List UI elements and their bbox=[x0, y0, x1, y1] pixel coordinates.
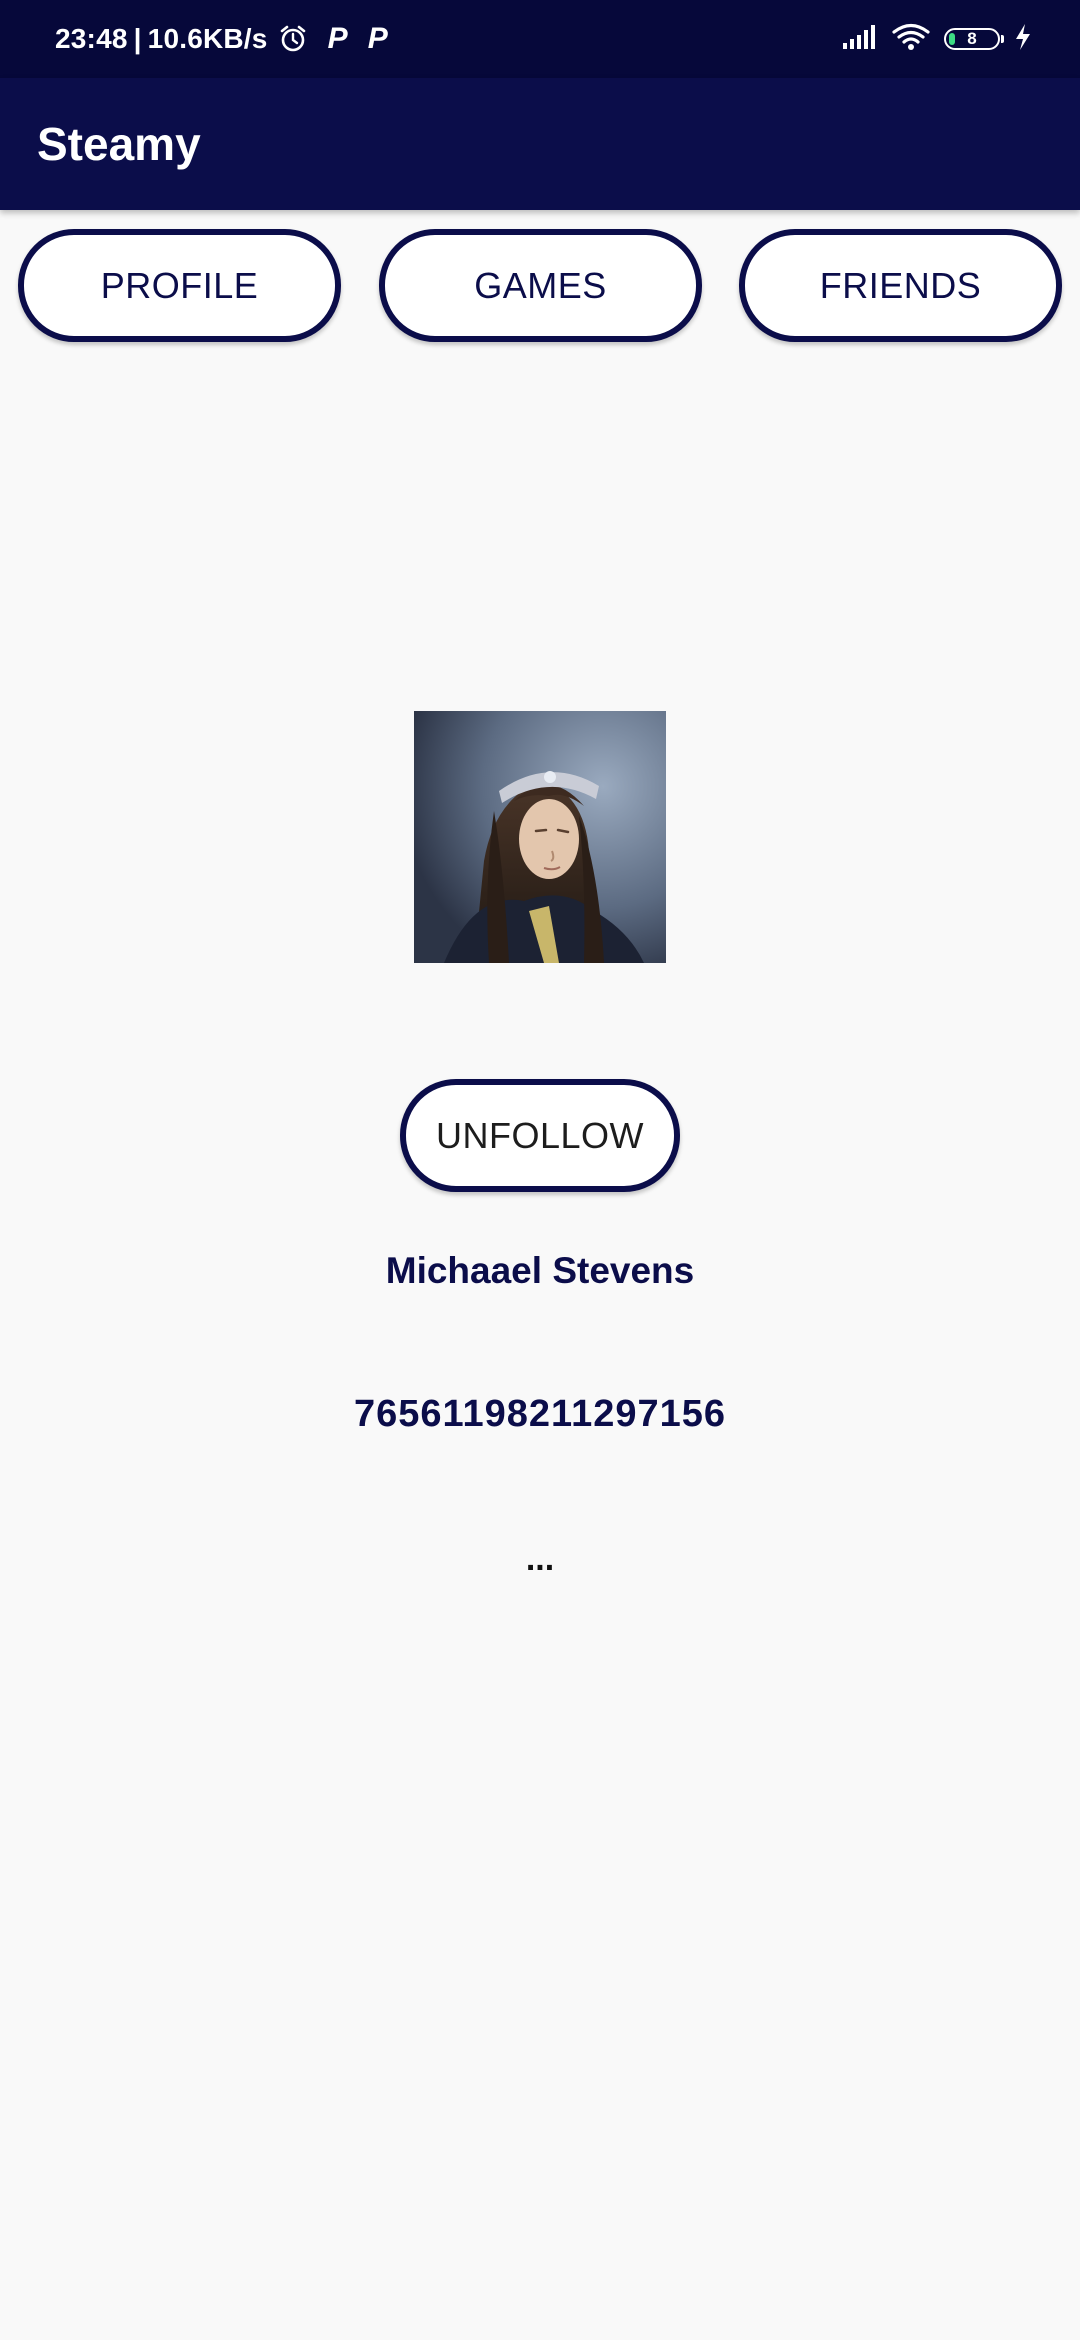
profile-name: Michaael Stevens bbox=[385, 1250, 695, 1291]
notification-p-icon: P bbox=[327, 22, 348, 55]
status-time: 23:48 bbox=[55, 23, 128, 54]
tab-games[interactable]: GAMES bbox=[379, 229, 702, 342]
avatar bbox=[414, 711, 666, 963]
battery-icon: 8 bbox=[944, 28, 1004, 50]
app-bar: Steamy bbox=[0, 78, 1080, 210]
charging-icon bbox=[1014, 23, 1032, 56]
signal-icon bbox=[842, 24, 878, 55]
profile-summary: ... bbox=[525, 1540, 555, 1578]
tab-friends[interactable]: FRIENDS bbox=[739, 229, 1062, 342]
notification-p-icon: P bbox=[367, 22, 388, 55]
alarm-icon bbox=[278, 24, 308, 54]
tab-profile[interactable]: PROFILE bbox=[18, 229, 341, 342]
network-speed: 10.6KB/s bbox=[147, 23, 268, 54]
status-separator: | bbox=[133, 23, 142, 54]
unfollow-button[interactable]: UNFOLLOW bbox=[400, 1079, 680, 1192]
battery-level: 8 bbox=[967, 29, 977, 48]
status-left: 23:48 | 10.6KB/s P P bbox=[55, 0, 388, 78]
wifi-icon bbox=[892, 23, 930, 56]
status-right: 8 bbox=[842, 0, 1032, 78]
app-title: Steamy bbox=[37, 118, 201, 170]
status-bar: 23:48 | 10.6KB/s P P 8 bbox=[0, 0, 1080, 78]
tab-bar: PROFILE GAMES FRIENDS bbox=[0, 229, 1080, 342]
steam-id: 76561198211297156 bbox=[353, 1393, 727, 1435]
